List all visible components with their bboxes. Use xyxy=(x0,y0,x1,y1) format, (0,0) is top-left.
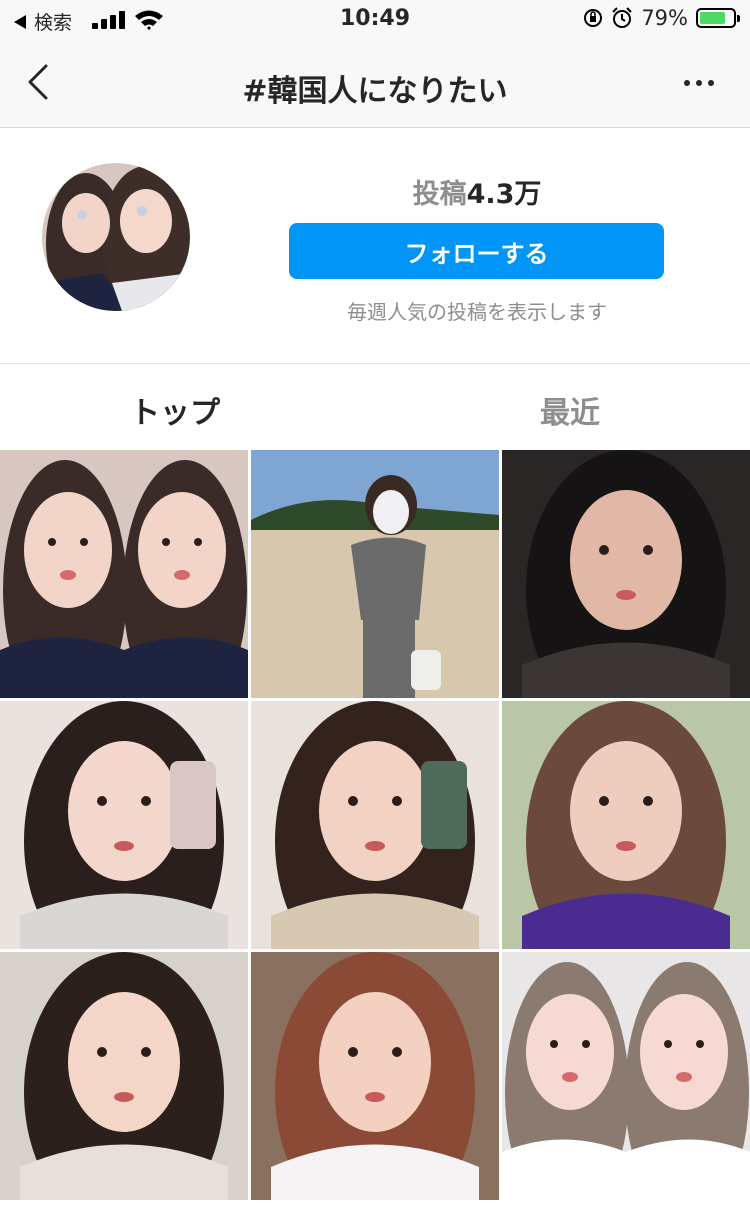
avatar-photo xyxy=(42,163,190,311)
status-bar: 検索 10:49 79% xyxy=(0,0,750,40)
post-count: 投稿4.3万 xyxy=(290,172,664,211)
status-right-group: 79% xyxy=(583,6,740,30)
alarm-icon xyxy=(612,7,633,28)
post-thumbnail xyxy=(251,450,499,698)
battery-percent: 79% xyxy=(641,6,688,30)
grid-post-boy-in-car-dark[interactable] xyxy=(502,450,750,698)
hashtag-avatar xyxy=(42,163,190,311)
post-thumbnail xyxy=(251,701,499,949)
post-count-label: 投稿 xyxy=(412,179,467,210)
grid-post-girl-cat-filter-choker[interactable] xyxy=(251,952,499,1200)
feed-tabs: トップ 最近 xyxy=(0,364,750,450)
hashtag-header: 投稿4.3万 フォローする 毎週人気の投稿を表示します xyxy=(0,128,750,364)
post-thumbnail xyxy=(0,450,248,698)
follow-hint: 毎週人気の投稿を表示します xyxy=(347,300,607,324)
post-grid xyxy=(0,450,750,1209)
follow-button[interactable]: フォローする xyxy=(289,223,664,279)
tab-recent[interactable]: 最近 xyxy=(540,388,600,432)
post-thumbnail xyxy=(502,952,750,1200)
orientation-lock-icon xyxy=(584,9,603,27)
post-thumbnail xyxy=(0,701,248,949)
grid-post-two-girls-bob-hair[interactable] xyxy=(502,952,750,1200)
grid-post-girl-long-hair-closeup[interactable] xyxy=(0,952,248,1200)
post-thumbnail xyxy=(0,952,248,1200)
grid-post-two-girls-selfie-filter[interactable] xyxy=(0,450,248,698)
post-thumbnail xyxy=(502,701,750,949)
grid-post-girl-phone-green-case[interactable] xyxy=(251,701,499,949)
page-title: #韓国人になりたい xyxy=(242,74,508,109)
nav-bar: #韓国人になりたい xyxy=(0,40,750,128)
grid-post-girl-purple-top[interactable] xyxy=(502,701,750,949)
tab-top[interactable]: トップ xyxy=(130,388,220,432)
grid-post-girl-mirror-selfie-white-hood[interactable] xyxy=(0,701,248,949)
post-count-value: 4.3万 xyxy=(466,179,542,210)
more-horizontal-icon[interactable] xyxy=(684,78,714,88)
post-thumbnail xyxy=(502,450,750,698)
post-thumbnail xyxy=(251,952,499,1200)
battery-fill xyxy=(700,12,726,24)
battery-icon xyxy=(696,8,740,28)
grid-post-girl-on-beach[interactable] xyxy=(251,450,499,698)
